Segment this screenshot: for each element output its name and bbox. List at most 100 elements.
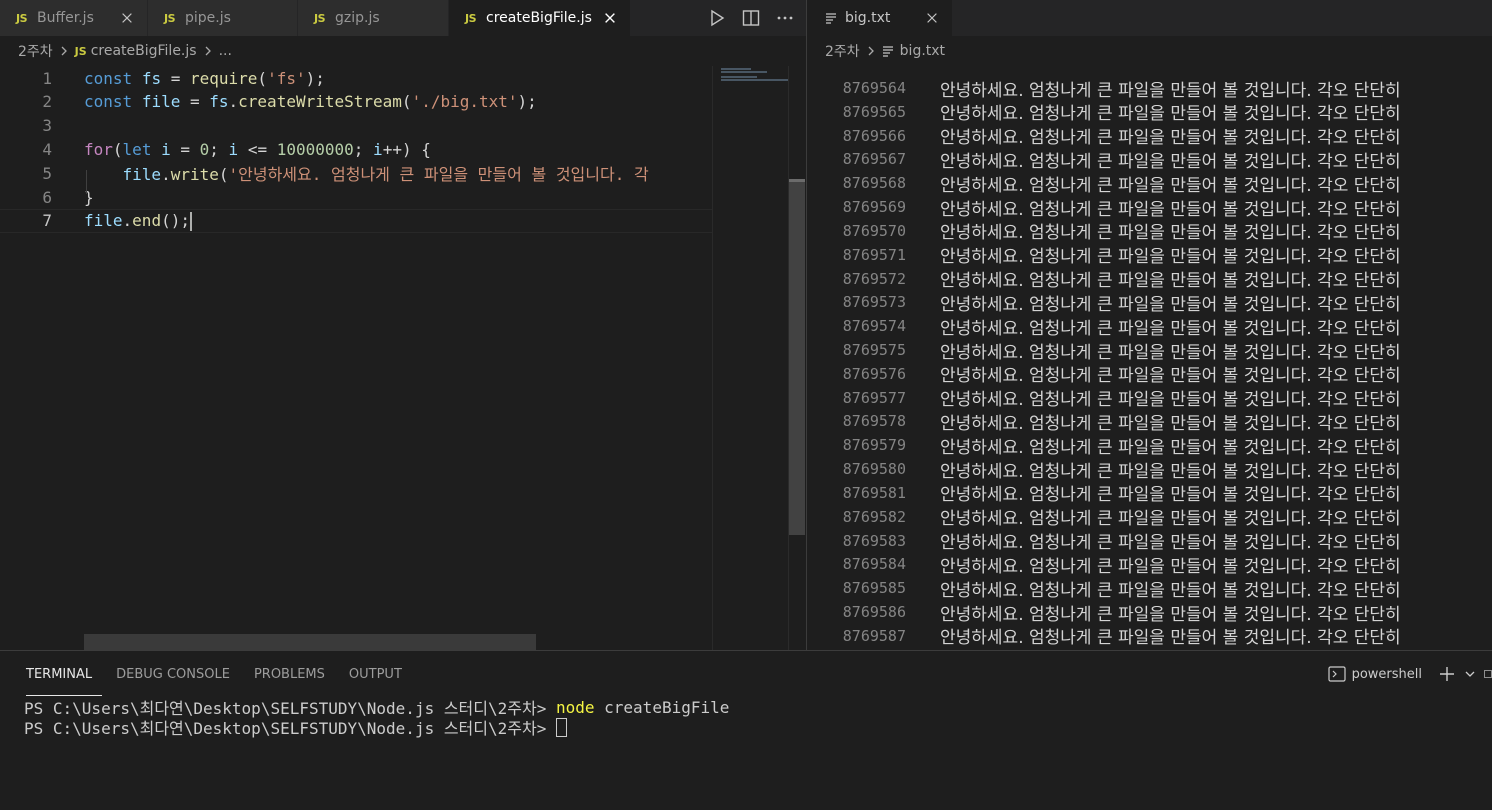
run-icon[interactable] <box>706 7 728 29</box>
split-editor-icon[interactable] <box>740 7 762 29</box>
line-text: 안녕하세요. 엄청나게 큰 파일을 만들어 볼 것입니다. 각오 단단히 <box>940 413 1401 434</box>
chevron-down-icon[interactable] <box>1464 668 1476 680</box>
text-line: 8769581 안녕하세요. 엄청나게 큰 파일을 만들어 볼 것입니다. 각오 … <box>807 481 1492 506</box>
text-file-icon <box>882 45 894 57</box>
line-number: 2 <box>42 92 52 112</box>
code-text: for(let i = 0; i <= 10000000; i++) { <box>84 139 431 159</box>
split-terminal-icon[interactable] <box>1484 666 1492 682</box>
indent-guide <box>86 170 87 194</box>
line-number: 8769577 <box>842 388 906 407</box>
left-editor-group: JS Buffer.js JS pipe.js JS gzip.js JS cr… <box>0 0 806 650</box>
breadcrumb-folder[interactable]: 2주차 <box>825 41 860 61</box>
new-terminal-icon[interactable] <box>1438 665 1456 683</box>
breadcrumb-symbols[interactable]: ... <box>219 43 232 59</box>
js-file-icon: JS <box>16 11 28 25</box>
vertical-scrollbar[interactable] <box>788 66 805 650</box>
line-text: 안녕하세요. 엄청나게 큰 파일을 만들어 볼 것입니다. 각오 단단히 <box>940 223 1401 244</box>
scrollbar-thumb[interactable] <box>789 180 805 535</box>
line-text: 안녕하세요. 엄청나게 큰 파일을 만들어 볼 것입니다. 각오 단단히 <box>940 294 1401 315</box>
text-line: 8769580 안녕하세요. 엄청나게 큰 파일을 만들어 볼 것입니다. 각오 … <box>807 457 1492 482</box>
line-text: 안녕하세요. 엄청나게 큰 파일을 만들어 볼 것입니다. 각오 단단히 <box>940 461 1401 482</box>
line-number: 5 <box>42 163 52 183</box>
tab-label: createBigFile.js <box>486 10 592 26</box>
text-line: 8769577 안녕하세요. 엄청나게 큰 파일을 만들어 볼 것입니다. 각오 … <box>807 386 1492 411</box>
line-text: 안녕하세요. 엄청나게 큰 파일을 만들어 볼 것입니다. 각오 단단히 <box>940 199 1401 220</box>
text-line: 8769569 안녕하세요. 엄청나게 큰 파일을 만들어 볼 것입니다. 각오 … <box>807 195 1492 220</box>
breadcrumb-file[interactable]: JS createBigFile.js <box>75 43 197 59</box>
terminal-icon <box>1327 666 1346 682</box>
tab-buffer-js[interactable]: JS Buffer.js <box>0 0 148 36</box>
close-icon[interactable] <box>600 8 620 28</box>
minimap[interactable] <box>712 66 789 650</box>
scrollbar-cursor-marker <box>789 179 805 182</box>
tab-debug-console[interactable]: DEBUG CONSOLE <box>104 663 242 693</box>
js-file-icon: JS <box>314 11 326 25</box>
text-line: 8769586 안녕하세요. 엄청나게 큰 파일을 만들어 볼 것입니다. 각오 … <box>807 600 1492 625</box>
line-text: 안녕하세요. 엄청나게 큰 파일을 만들어 볼 것입니다. 각오 단단히 <box>940 366 1401 387</box>
tab-output[interactable]: OUTPUT <box>337 663 414 693</box>
line-number: 4 <box>42 139 52 159</box>
line-number: 8769586 <box>842 603 906 622</box>
text-line: 8769582 안녕하세요. 엄청나게 큰 파일을 만들어 볼 것입니다. 각오 … <box>807 505 1492 530</box>
breadcrumb-file[interactable]: big.txt <box>900 43 945 59</box>
line-text: 안녕하세요. 엄청나게 큰 파일을 만들어 볼 것입니다. 각오 단단히 <box>940 128 1401 149</box>
close-icon[interactable] <box>922 8 942 28</box>
line-text: 안녕하세요. 엄청나게 큰 파일을 만들어 볼 것입니다. 각오 단단히 <box>940 437 1401 458</box>
line-text: 안녕하세요. 엄청나게 큰 파일을 만들어 볼 것입니다. 각오 단단히 <box>940 175 1401 196</box>
line-number: 8769573 <box>842 293 906 312</box>
left-tab-bar: JS Buffer.js JS pipe.js JS gzip.js JS cr… <box>0 0 806 36</box>
terminal-output[interactable]: PS C:\Users\최다연\Desktop\SELFSTUDY\Node.j… <box>24 697 730 739</box>
js-file-icon: JS <box>74 45 87 58</box>
line-number: 8769585 <box>842 579 906 598</box>
text-line: 8769568 안녕하세요. 엄청나게 큰 파일을 만들어 볼 것입니다. 각오 … <box>807 171 1492 196</box>
minimap-line <box>721 76 757 78</box>
text-line: 8769570 안녕하세요. 엄청나게 큰 파일을 만들어 볼 것입니다. 각오 … <box>807 219 1492 244</box>
line-text: 안녕하세요. 엄청나게 큰 파일을 만들어 볼 것입니다. 각오 단단히 <box>940 533 1401 554</box>
text-line: 8769571 안녕하세요. 엄청나게 큰 파일을 만들어 볼 것입니다. 각오 … <box>807 243 1492 268</box>
line-number: 8769566 <box>842 126 906 145</box>
code-editor[interactable]: 1 const fs = require('fs'); 2 const file = … <box>0 66 712 650</box>
text-file-icon <box>825 12 837 24</box>
line-number: 8769580 <box>842 460 906 479</box>
breadcrumb: 2주차 JS createBigFile.js ... <box>0 36 806 66</box>
code-line: 7 file.end(); <box>0 208 712 233</box>
close-icon[interactable] <box>117 8 137 28</box>
tab-big-txt[interactable]: big.txt <box>807 0 953 36</box>
line-number: 8769579 <box>842 436 906 455</box>
terminal-line: PS C:\Users\최다연\Desktop\SELFSTUDY\Node.j… <box>24 697 730 719</box>
line-number: 7 <box>42 211 52 231</box>
chevron-right-icon <box>203 45 213 57</box>
tab-label: gzip.js <box>335 10 380 26</box>
terminal-args: createBigFile <box>594 697 730 717</box>
line-number: 8769564 <box>842 79 906 97</box>
tab-pipe-js[interactable]: JS pipe.js <box>148 0 298 36</box>
horizontal-scrollbar-thumb[interactable] <box>84 634 536 650</box>
line-number: 8769581 <box>842 483 906 502</box>
tab-problems[interactable]: PROBLEMS <box>242 663 337 693</box>
line-text: 안녕하세요. 엄청나게 큰 파일을 만들어 볼 것입니다. 각오 단단히 <box>940 604 1401 625</box>
terminal-line: PS C:\Users\최다연\Desktop\SELFSTUDY\Node.j… <box>24 717 729 738</box>
code-line: 6} <box>0 185 712 209</box>
line-text: 안녕하세요. 엄청나게 큰 파일을 만들어 볼 것입니다. 각오 단단히 <box>940 104 1401 125</box>
minimap-line <box>721 68 751 70</box>
line-number: 8769576 <box>842 364 906 383</box>
line-number: 8769568 <box>842 174 906 193</box>
tab-createbigfile-js[interactable]: JS createBigFile.js <box>449 0 631 36</box>
terminal-cursor <box>555 717 567 737</box>
panel-tabs: TERMINAL DEBUG CONSOLE PROBLEMS OUTPUT <box>14 663 414 696</box>
breadcrumb-folder[interactable]: 2주차 <box>18 41 53 61</box>
line-text: 안녕하세요. 엄청나게 큰 파일을 만들어 볼 것입니다. 각오 단단히 <box>940 342 1401 363</box>
shell-label: powershell <box>1351 666 1422 682</box>
js-file-icon: JS <box>164 11 176 25</box>
tab-terminal[interactable]: TERMINAL <box>14 663 104 696</box>
line-number: 8769584 <box>842 555 906 574</box>
text-line: 8769574 안녕하세요. 엄청나게 큰 파일을 만들어 볼 것입니다. 각오 … <box>807 314 1492 339</box>
terminal-shell-selector[interactable]: powershell <box>1327 666 1422 682</box>
code-text: const fs = require('fs'); <box>84 68 325 88</box>
text-file-viewer[interactable]: 8769564 안녕하세요. 엄청나게 큰 파일을 만들어 볼 것입니다. 각오 … <box>807 66 1492 650</box>
line-text: 안녕하세요. 엄청나게 큰 파일을 만들어 볼 것입니다. 각오 단단히 <box>940 509 1401 530</box>
breadcrumb: 2주차 big.txt <box>807 36 1492 66</box>
more-actions-icon[interactable] <box>774 7 796 29</box>
line-number: 8769572 <box>842 269 906 288</box>
tab-gzip-js[interactable]: JS gzip.js <box>298 0 449 36</box>
